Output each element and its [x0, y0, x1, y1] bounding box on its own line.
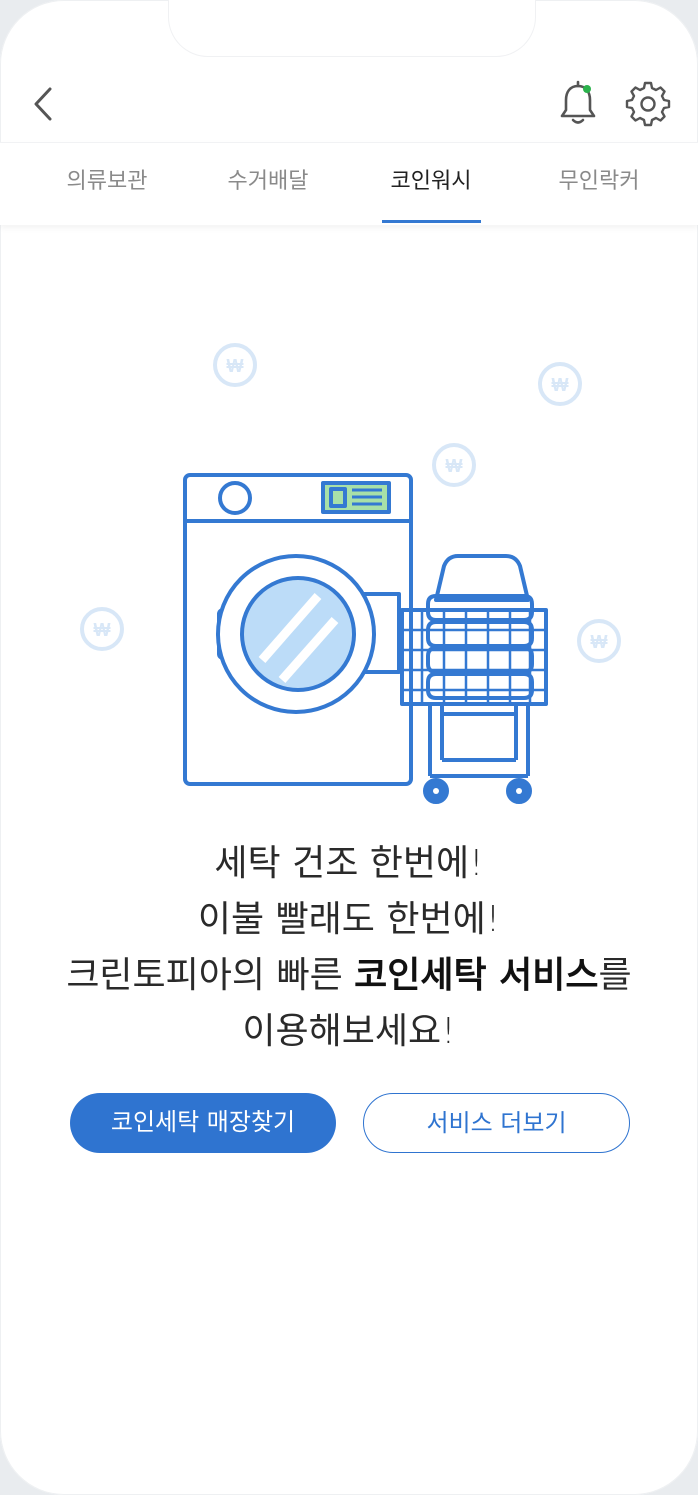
coin-laundry-illustration: ₩ ₩ ₩ ₩ ₩ [80, 343, 621, 804]
highlight-coin-laundry-service: 코인세탁 서비스 [354, 955, 599, 996]
message-line-2: 이불 빨래도 한번에! [197, 899, 501, 940]
top-bar [0, 62, 698, 146]
phone-screen: 의류보관 수거배달 코인워시 무인락커 ₩ ₩ ₩ ₩ ₩ 세탁 건조 한번에!… [0, 0, 698, 1495]
svg-text:₩: ₩ [227, 356, 244, 376]
svg-text:₩: ₩ [591, 632, 608, 652]
laundry-cart [400, 554, 548, 804]
message-line-3-prefix: 크린토피아의 빠른 [66, 955, 355, 996]
tab-pickup-delivery[interactable]: 수거배달 [188, 143, 348, 225]
notification-dot [583, 85, 591, 93]
find-coin-laundry-store-button[interactable]: 코인세탁 매장찾기 [70, 1093, 336, 1153]
washing-machine [183, 473, 413, 786]
svg-text:₩: ₩ [552, 375, 569, 395]
message-line-3: 크린토피아의 빠른 코인세탁 서비스를 [0, 948, 698, 1004]
active-tab-indicator [382, 220, 481, 223]
won-coin-icon: ₩ [213, 343, 257, 387]
tab-clothes-storage[interactable]: 의류보관 [27, 143, 187, 225]
message-line-1: 세탁 건조 한번에! [214, 843, 484, 884]
tab-unmanned-locker[interactable]: 무인락커 [519, 143, 679, 225]
gear-icon[interactable] [624, 80, 672, 128]
won-coin-icon: ₩ [538, 362, 582, 406]
bell-icon[interactable] [556, 80, 600, 128]
svg-text:₩: ₩ [94, 620, 111, 640]
chevron-left-icon[interactable] [24, 82, 64, 126]
more-services-button[interactable]: 서비스 더보기 [363, 1093, 630, 1153]
svg-text:₩: ₩ [446, 456, 463, 476]
message-line-4: 이용해보세요! [242, 1011, 456, 1052]
service-tabs: 의류보관 수거배달 코인워시 무인락커 [0, 142, 698, 225]
device-notch [168, 0, 536, 57]
promo-message: 세탁 건조 한번에! 이불 빨래도 한번에! 크린토피아의 빠른 코인세탁 서비… [0, 836, 698, 1060]
tab-coin-wash[interactable]: 코인워시 [351, 143, 511, 225]
won-coin-icon: ₩ [577, 619, 621, 663]
message-line-3-suffix: 를 [598, 955, 632, 996]
won-coin-icon: ₩ [80, 607, 124, 651]
won-coin-icon: ₩ [432, 443, 476, 487]
